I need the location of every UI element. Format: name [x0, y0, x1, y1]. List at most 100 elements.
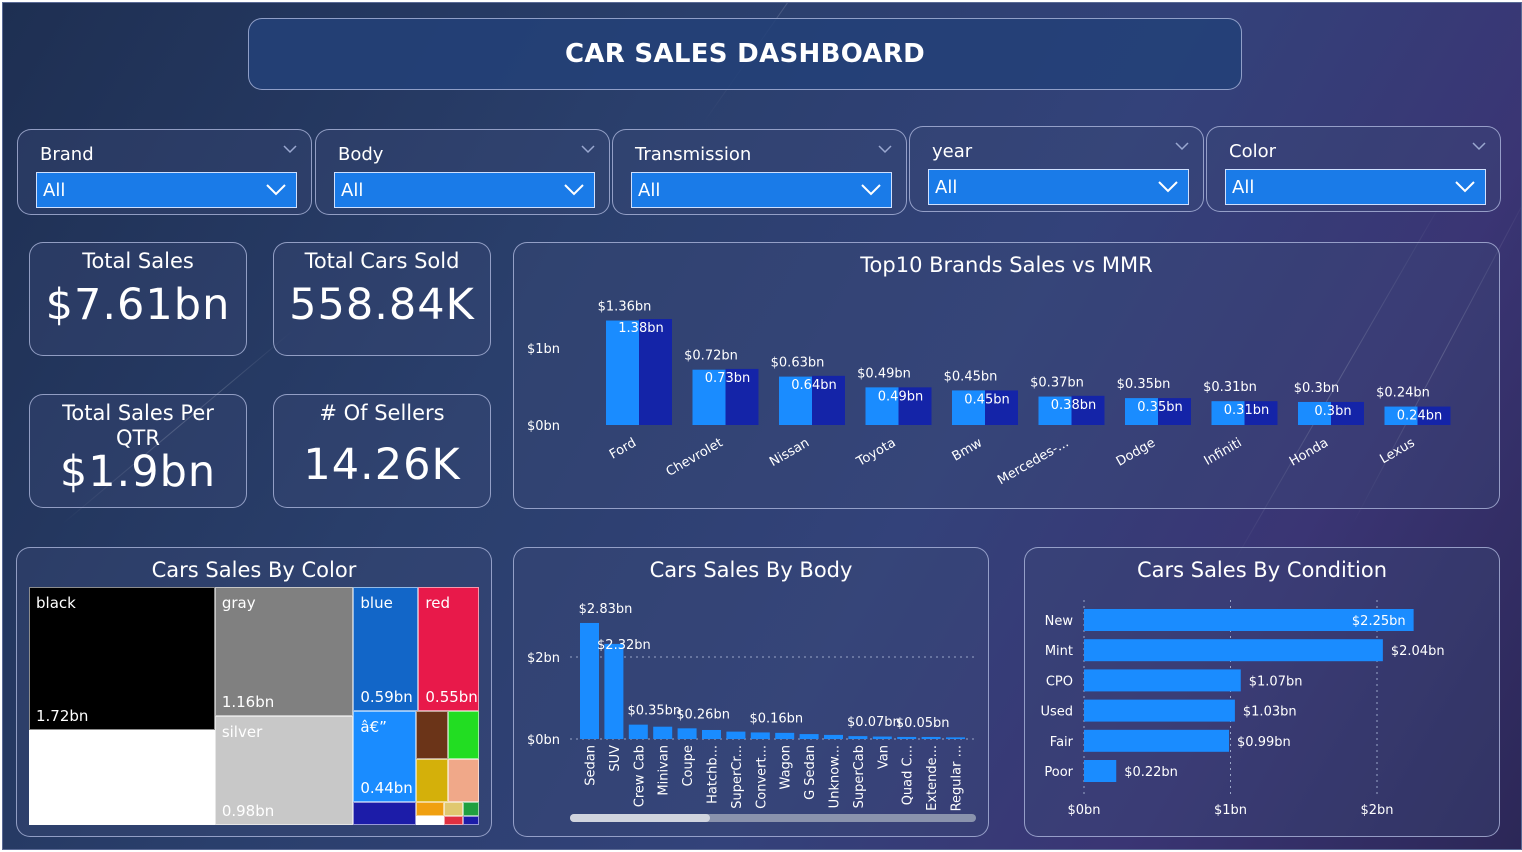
kpi-title: Total Cars Sold: [304, 249, 460, 273]
bar-sales: [606, 320, 639, 425]
treemap-tile-small: [416, 815, 445, 825]
color-treemap-panel: Cars Sales By Color black 1.72bn gray 1.16b…: [16, 547, 492, 837]
bar: [921, 736, 941, 739]
chevron-down-icon: [1472, 142, 1486, 151]
chart-title: Cars Sales By Color: [151, 558, 357, 582]
data-label: $2.83bn: [579, 602, 633, 617]
tile-label: gray: [221, 594, 256, 612]
treemap-tile-small: [447, 758, 479, 803]
data-label: 0.64bn: [791, 378, 836, 393]
transmission-dropdown[interactable]: All: [631, 172, 892, 208]
x-tick-label: $0bn: [1067, 803, 1100, 818]
treemap-tile-small: [463, 815, 479, 825]
data-label: $2.04bn: [1391, 644, 1445, 659]
slicer-label: Brand: [40, 144, 94, 165]
y-tick-label: CPO: [1046, 674, 1073, 689]
data-label: 0.31bn: [1224, 403, 1269, 418]
chart-scrollbar-thumb[interactable]: [570, 814, 710, 822]
chevron-down-icon: [266, 184, 286, 196]
dashboard-title-bar: CAR SALES DASHBOARD: [248, 18, 1242, 90]
y-tick-label: New: [1045, 614, 1074, 629]
brand-dropdown[interactable]: All: [36, 172, 297, 208]
body-slicer: Body All: [315, 129, 610, 215]
x-tick-label: Regular ...: [950, 745, 965, 811]
chart-scrollbar-track[interactable]: [570, 814, 976, 822]
dropdown-value: All: [341, 179, 364, 201]
x-tick-label: SuperCr...: [730, 745, 745, 809]
data-label: $2.25bn: [1352, 614, 1406, 629]
bar: [872, 736, 892, 739]
total-cars-sold-card: Total Cars Sold 558.84K: [273, 242, 491, 356]
x-tick-label: SUV: [608, 745, 623, 772]
data-label: 0.73bn: [705, 371, 750, 386]
x-tick-label: Convert...: [754, 745, 769, 809]
color-dropdown[interactable]: All: [1225, 169, 1486, 205]
y-tick-label: $2bn: [527, 651, 560, 666]
bar: [848, 736, 868, 739]
treemap-tile-small: [444, 802, 464, 816]
x-tick-label: Sedan: [584, 745, 599, 786]
kpi-title: Total Sales: [82, 249, 194, 273]
x-tick-label: Extende...: [925, 745, 940, 811]
x-tick-label: Coupe: [681, 745, 696, 787]
treemap-tile-small: [353, 802, 417, 825]
dropdown-value: All: [638, 179, 661, 201]
tile-value: 0.98bn: [221, 801, 275, 820]
dropdown-value: All: [935, 176, 958, 198]
data-label: $1.07bn: [1249, 674, 1303, 689]
slicer-label: Color: [1229, 141, 1276, 162]
year-dropdown[interactable]: All: [928, 169, 1189, 205]
data-label: 0.3bn: [1314, 404, 1351, 419]
slicer-label: year: [932, 141, 973, 162]
data-label: $0.05bn: [896, 716, 950, 731]
bar: [677, 728, 697, 739]
x-tick-label: $2bn: [1360, 803, 1393, 818]
page-title: CAR SALES DASHBOARD: [564, 39, 926, 69]
data-label: $0.35bn: [627, 704, 681, 719]
transmission-slicer: Transmission All: [612, 129, 907, 215]
x-tick-label: Wagon: [779, 745, 794, 789]
treemap-tile-gray: gray 1.16bn: [214, 587, 354, 716]
kpi-title: Total Sales Per QTR: [62, 401, 214, 450]
tile-label: blue: [360, 594, 393, 612]
dashboard-canvas: CAR SALES DASHBOARD Brand All Body All T…: [2, 2, 1522, 850]
data-label: $0.07bn: [847, 715, 901, 730]
treemap-tile-blue: blue 0.59bn: [353, 587, 419, 711]
kpi-value: $1.9bn: [59, 447, 217, 497]
chevron-down-icon: [581, 145, 595, 154]
bar: [897, 736, 917, 739]
bar: [1084, 669, 1241, 692]
total-sales-card: Total Sales $7.61bn: [29, 242, 247, 356]
chevron-down-icon: [861, 184, 881, 196]
treemap-tile-small: [416, 802, 445, 816]
tile-value: 0.55bn: [425, 687, 478, 706]
tile-value: 1.16bn: [221, 693, 275, 711]
data-label: $0.35bn: [1117, 377, 1171, 392]
y-tick-label: Used: [1040, 705, 1073, 720]
y-tick-label: $0bn: [527, 419, 560, 434]
treemap-tile-silver: silver 0.98bn: [214, 716, 354, 825]
data-label: 1.38bn: [618, 321, 663, 336]
dropdown-value: All: [43, 179, 66, 201]
y-tick-label: $1bn: [527, 342, 560, 357]
treemap-tile-black: black 1.72bn: [29, 587, 215, 730]
x-tick-label: Honda: [1287, 435, 1331, 469]
y-tick-label: Poor: [1044, 765, 1073, 780]
tile-value: 1.72bn: [36, 706, 89, 725]
x-tick-label: Minivan: [657, 745, 672, 796]
bar: [628, 724, 648, 739]
bar: [1084, 699, 1235, 722]
x-tick-label: G Sedan: [803, 745, 818, 800]
body-chart-panel: Cars Sales By Body $0bn $2bn $2.83bn Sedan $…: [513, 547, 989, 837]
dropdown-value: All: [1232, 176, 1255, 198]
x-tick-label: Hatchb...: [706, 745, 721, 804]
bar: [1084, 760, 1117, 782]
treemap-tile-small: [416, 710, 448, 759]
tile-value: 0.44bn: [360, 779, 413, 798]
x-tick-label: Infiniti: [1202, 435, 1245, 468]
data-label: $0.16bn: [749, 711, 803, 726]
data-label: $0.49bn: [857, 366, 911, 381]
body-dropdown[interactable]: All: [334, 172, 595, 208]
x-tick-label: Ford: [607, 435, 639, 462]
year-slicer: year All: [909, 126, 1204, 212]
